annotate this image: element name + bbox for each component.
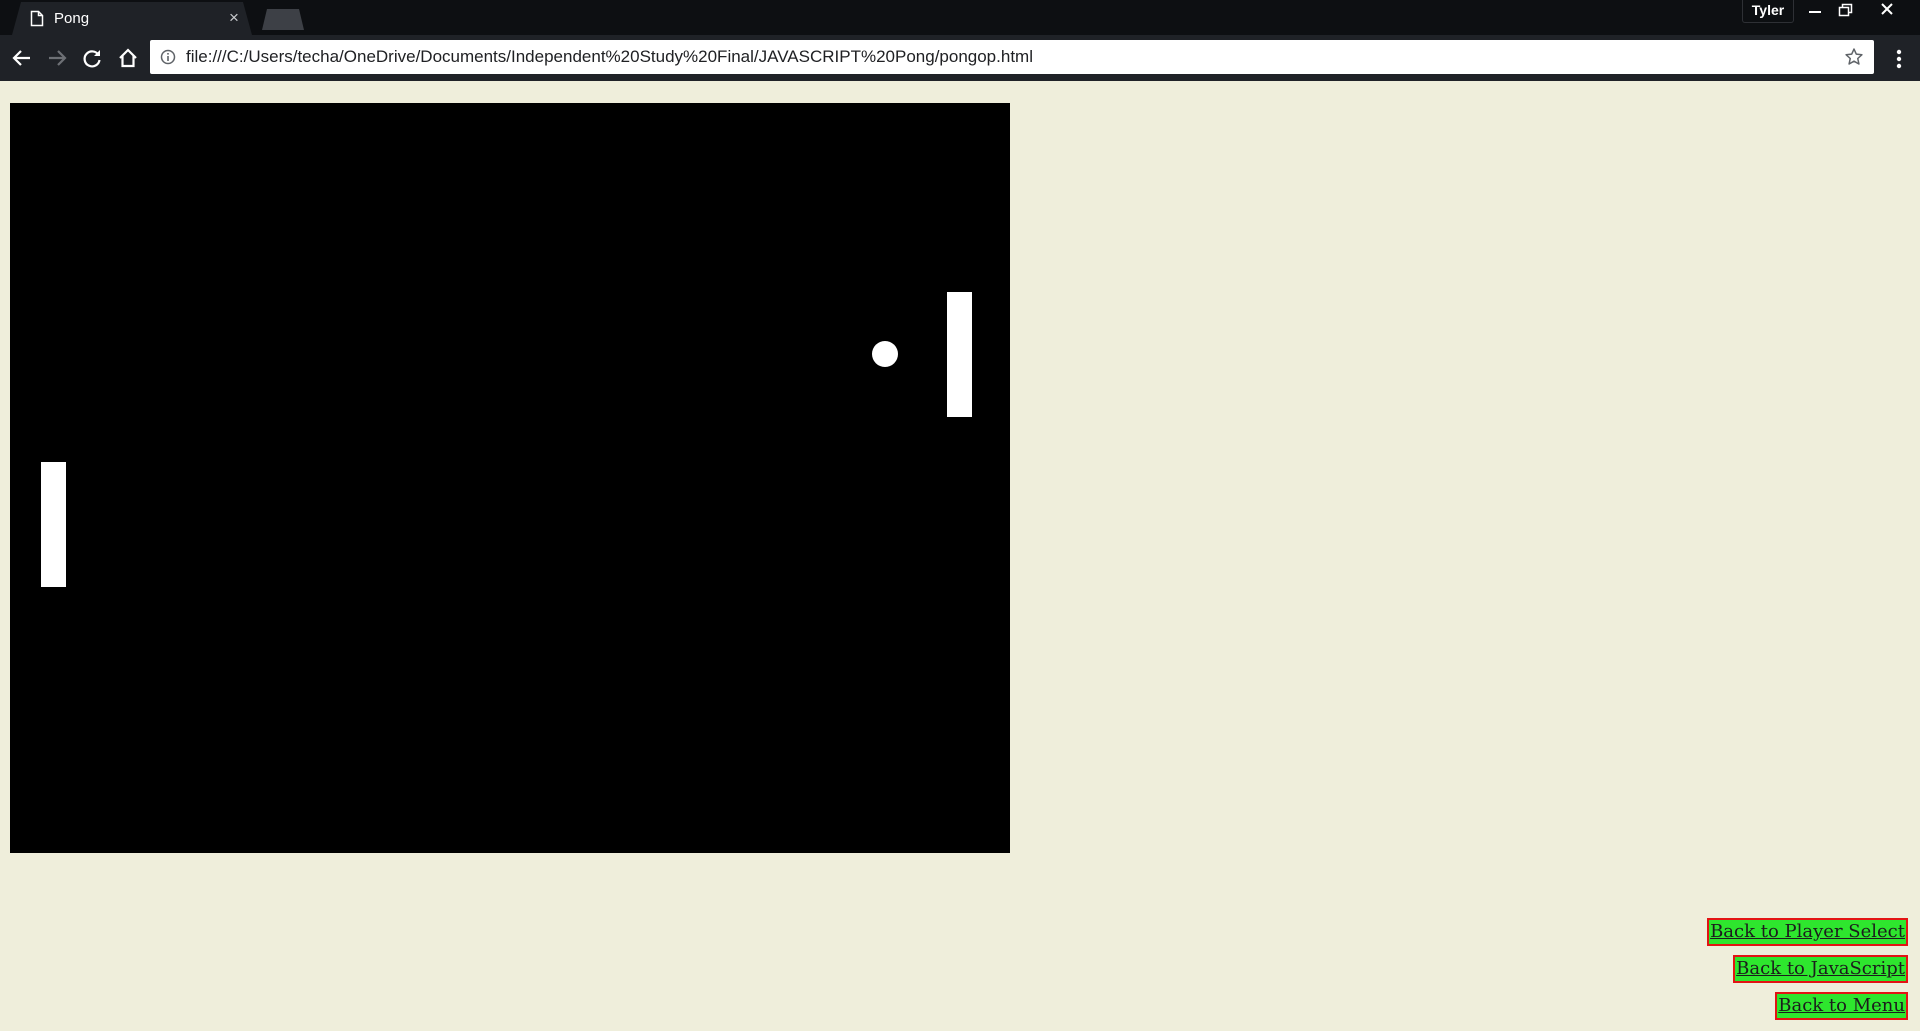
back-to-player-select-link[interactable]: Back to Player Select — [1707, 918, 1908, 946]
address-bar[interactable]: file:///C:/Users/techa/OneDrive/Document… — [150, 40, 1874, 74]
navigation-links: Back to Player Select Back to JavaScript… — [1508, 918, 1908, 1029]
tab-close-icon[interactable]: × — [226, 9, 242, 27]
more-vert-icon[interactable] — [1888, 47, 1910, 71]
new-tab-button[interactable] — [262, 9, 304, 30]
pong-canvas[interactable] — [10, 103, 1010, 853]
back-to-javascript-link[interactable]: Back to JavaScript — [1733, 955, 1908, 983]
page-icon — [30, 10, 44, 32]
left-paddle — [41, 462, 66, 587]
back-to-menu-link[interactable]: Back to Menu — [1775, 992, 1908, 1020]
reload-icon[interactable] — [80, 46, 104, 70]
forward-arrow-icon[interactable] — [45, 46, 69, 70]
star-icon[interactable] — [1844, 47, 1864, 72]
profile-button[interactable]: Tyler — [1742, 0, 1794, 23]
home-icon[interactable] — [116, 46, 140, 70]
tab-title: Pong — [54, 10, 90, 27]
tab-pong[interactable]: Pong × — [12, 2, 252, 35]
right-paddle — [947, 292, 972, 417]
back-arrow-icon[interactable] — [10, 46, 34, 70]
restore-icon[interactable] — [1830, 0, 1860, 22]
url-text[interactable]: file:///C:/Users/techa/OneDrive/Document… — [186, 47, 1033, 67]
browser-toolbar: file:///C:/Users/techa/OneDrive/Document… — [0, 35, 1920, 81]
minimize-icon[interactable] — [1800, 0, 1830, 22]
info-icon[interactable] — [160, 49, 176, 70]
close-icon[interactable] — [1872, 0, 1902, 22]
browser-titlebar: Pong × Tyler — [0, 0, 1920, 35]
ball — [872, 341, 898, 367]
